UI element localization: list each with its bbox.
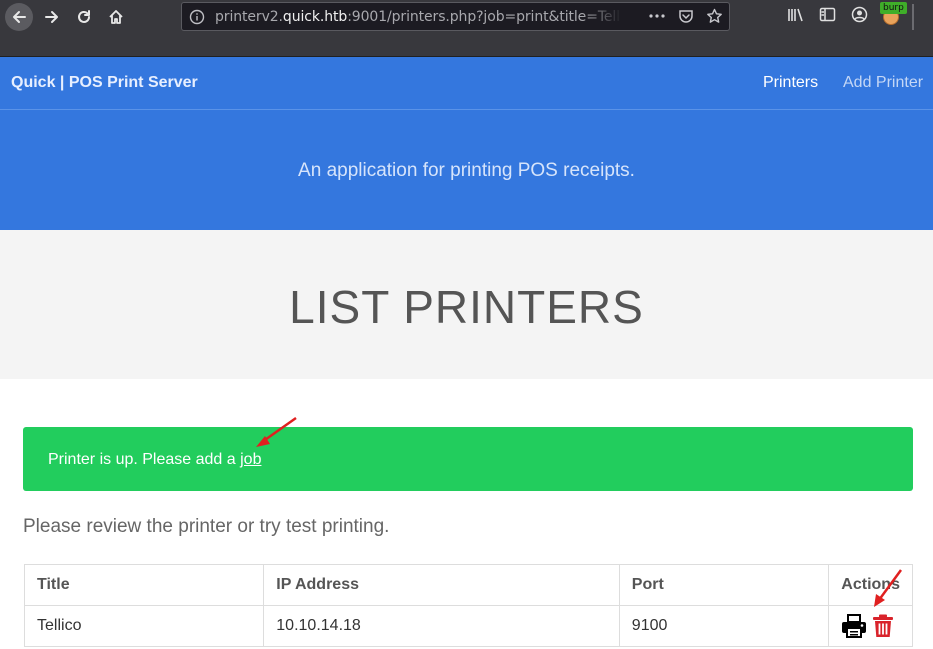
pocket-icon[interactable] — [678, 8, 694, 24]
printer-title-cell: Tellico — [23, 605, 265, 647]
review-instructions: Please review the printer or try test pr… — [23, 516, 390, 537]
library-icon[interactable] — [787, 6, 805, 24]
table-row: Tellico 10.10.14.18 9100 — [23, 605, 913, 647]
column-header-actions: Actions — [828, 564, 913, 606]
column-header-title: Title — [23, 564, 265, 606]
info-icon[interactable] — [189, 9, 205, 25]
url-bar-actions — [648, 8, 723, 24]
url-prefix: printerv2. — [215, 9, 283, 25]
url-rest: :9001/printers.php?job=print&title=Telli… — [347, 9, 620, 25]
sidebar-icon[interactable] — [819, 6, 836, 23]
page-title: LIST PRINTERS — [289, 281, 644, 333]
forward-arrow-icon — [45, 11, 58, 23]
printers-table: Title IP Address Port Actions Tellico 10… — [23, 564, 913, 647]
printer-icon[interactable] — [841, 614, 867, 638]
column-header-ip-address: IP Address — [263, 564, 620, 606]
back-arrow-icon — [13, 11, 26, 23]
toolbar-overflow-divider — [912, 4, 914, 30]
account-icon[interactable] — [851, 6, 868, 23]
printer-ip-cell: 10.10.14.18 — [263, 605, 620, 647]
back-button[interactable] — [5, 3, 33, 31]
page-title-section: LIST PRINTERS — [0, 230, 933, 379]
home-button[interactable] — [102, 3, 130, 31]
app-navbar: Quick | POS Print Server Printers Add Pr… — [0, 57, 933, 110]
bookmark-star-icon[interactable] — [706, 8, 723, 24]
table-header-row: Title IP Address Port Actions — [23, 564, 913, 606]
reload-button[interactable] — [70, 3, 98, 31]
more-dots-icon[interactable] — [648, 8, 666, 24]
add-job-link[interactable]: job — [240, 451, 261, 468]
column-header-port: Port — [618, 564, 830, 606]
nav-link-add-printer[interactable]: Add Printer — [843, 74, 923, 92]
printer-actions-cell — [828, 605, 913, 647]
nav-link-printers[interactable]: Printers — [763, 74, 818, 92]
browser-toolbar: printerv2.quick.htb:9001/printers.php?jo… — [0, 0, 933, 57]
url-fade — [582, 4, 622, 30]
trash-icon[interactable] — [872, 614, 894, 638]
url-bar[interactable]: printerv2.quick.htb:9001/printers.php?jo… — [181, 2, 730, 31]
forward-button[interactable] — [38, 3, 66, 31]
hero-banner: An application for printing POS receipts… — [0, 110, 933, 230]
hero-tagline: An application for printing POS receipts… — [298, 160, 635, 181]
success-alert: Printer is up. Please add a job — [23, 427, 913, 491]
printer-port-cell: 9100 — [618, 605, 830, 647]
alert-message: Printer is up. Please add a job — [48, 451, 261, 469]
burp-badge: burp — [880, 2, 907, 14]
reload-icon — [78, 10, 90, 23]
url-text[interactable]: printerv2.quick.htb:9001/printers.php?jo… — [215, 9, 620, 25]
brand-link[interactable]: Quick | POS Print Server — [11, 74, 198, 92]
url-host: quick.htb — [282, 9, 348, 25]
home-icon — [109, 10, 123, 24]
alert-message-text: Printer is up. Please add a — [48, 451, 241, 468]
